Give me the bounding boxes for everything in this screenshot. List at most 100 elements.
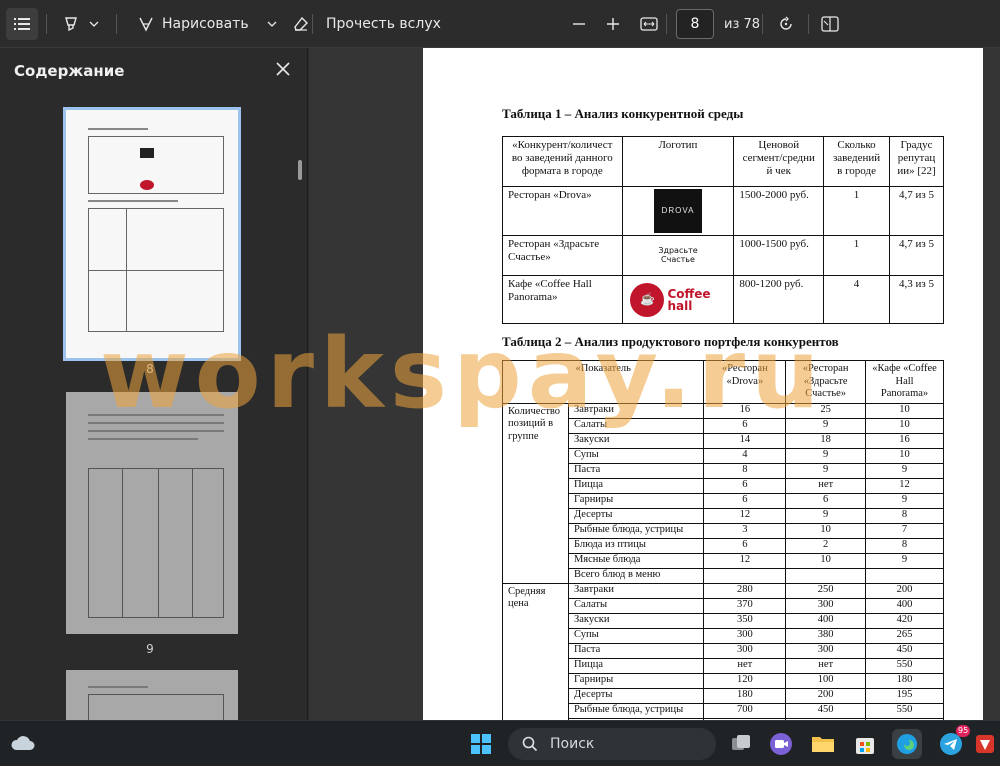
table-header-cell: Логотип: [621, 136, 735, 187]
table-row: Салаты 6 9 10: [503, 417, 944, 434]
page-thumbnail-10[interactable]: [66, 670, 238, 720]
table-cell: [703, 567, 787, 584]
table-cell: 6: [703, 492, 787, 509]
group-label-cell: Средняя цена: [502, 582, 569, 720]
table-row: Ресторан «Drova» DROVA 1500-2000 руб. 1 …: [502, 186, 944, 236]
coffee-hall-logo-image: ☕ Coffee hall: [623, 282, 734, 317]
table-header-cell: «Ресторан «Здрасьте Счастье»: [785, 360, 867, 404]
toolbar-divider: [116, 14, 117, 34]
table-cell: 300: [785, 642, 867, 659]
rotate-button[interactable]: [772, 8, 800, 40]
table-cell: 10: [785, 552, 867, 569]
draw-dropdown[interactable]: [261, 8, 283, 40]
row-label-cell: Гарниры: [567, 492, 705, 509]
highlight-button[interactable]: [58, 8, 84, 40]
table-cell: 550: [865, 702, 944, 719]
draw-button[interactable]: Нарисовать: [132, 8, 255, 40]
row-label-cell: Супы: [567, 447, 705, 464]
close-sidebar-button[interactable]: [272, 58, 294, 80]
table-cell: Кафе «Coffee Hall Panorama»: [502, 275, 623, 324]
telegram-button[interactable]: 95: [936, 725, 971, 759]
close-icon: [276, 62, 290, 76]
eraser-button[interactable]: [287, 8, 315, 40]
zoom-out-button[interactable]: [566, 8, 592, 40]
fit-width-icon: [640, 17, 658, 31]
table-row: Кафе «Coffee Hall Panorama» ☕ Coffee hal…: [502, 275, 944, 324]
table-row: Мясные блюда 12 10 9: [503, 552, 944, 569]
thumbnail-text-line: [88, 422, 224, 424]
two-page-view-button[interactable]: [816, 8, 844, 40]
fit-width-button[interactable]: [634, 8, 664, 40]
table-header-cell: Градус репутац ии» [22]: [889, 136, 944, 187]
thumbnail-table: [88, 136, 224, 194]
table-cell: Ресторан «Drova»: [502, 186, 623, 236]
folder-icon: [812, 737, 834, 752]
read-aloud-button[interactable]: Прочесть вслух: [320, 8, 447, 40]
table-row: Гарниры 120 100 180: [503, 672, 944, 689]
table-cell: 6: [703, 477, 787, 494]
table-row: Ресторан «Здрасьте Счастье» Здрасьте Сча…: [502, 235, 944, 276]
table-cell: 2: [785, 537, 867, 554]
coffee-cup-icon: ☕: [630, 282, 665, 317]
page-thumbnail-9[interactable]: [66, 392, 238, 634]
thumbnail-table-rule: [192, 468, 193, 618]
sidebar-scrollbar[interactable]: [298, 160, 302, 180]
table-cell: 400: [785, 612, 867, 629]
table-row: Всего блюд в меню: [503, 567, 944, 584]
toolbar-divider: [762, 14, 763, 34]
store-button[interactable]: [850, 729, 880, 759]
table-cell: 6: [785, 492, 867, 509]
taskbar: Поиск 95: [0, 720, 1000, 766]
row-label-cell: Паста: [567, 462, 705, 479]
table-cell: 18: [785, 432, 867, 449]
thumbnail-logo: [140, 180, 154, 190]
highlight-dropdown[interactable]: [84, 8, 104, 40]
table-cell: 16: [865, 432, 944, 449]
table-row: Супы 300 380 265: [503, 627, 944, 644]
table-row: Закуски 14 18 16: [503, 432, 944, 449]
table-cell: 300: [703, 642, 787, 659]
table-cell: 9: [785, 417, 867, 434]
table-row: Супы 4 9 10: [503, 447, 944, 464]
table-cell: 100: [785, 672, 867, 689]
edge-button[interactable]: [892, 729, 922, 759]
table-header-cell: «Кафе «Coffee Hall Panorama»: [865, 360, 944, 404]
row-label-cell: Завтраки: [567, 402, 705, 419]
start-button[interactable]: [466, 729, 496, 759]
table-row: Средняя цена Завтраки 280 250 200: [502, 582, 944, 720]
table-cell: нет: [785, 477, 867, 494]
weather-widget[interactable]: [8, 729, 38, 759]
search-icon: [522, 736, 538, 752]
pdf-app-button[interactable]: [970, 729, 1000, 759]
pen-icon: [139, 17, 153, 32]
document-viewport[interactable]: Таблица 1 – Анализ конкурентной среды «К…: [309, 48, 1000, 720]
thumbnail-logo: [140, 148, 154, 158]
thumbnail-page-number: 9: [146, 642, 154, 656]
contents-button[interactable]: [6, 8, 38, 40]
taskbar-search[interactable]: Поиск: [508, 728, 716, 760]
meet-app-button[interactable]: [766, 729, 796, 759]
table-row: Закуски 350 400 420: [503, 612, 944, 629]
thumbnail-table-rule: [122, 468, 123, 618]
store-icon: [856, 738, 874, 754]
task-view-button[interactable]: [726, 729, 756, 759]
table-cell: 550: [865, 657, 944, 674]
page-thumbnail-8[interactable]: [63, 107, 241, 361]
table-row: Салаты 370 300 400: [503, 597, 944, 614]
thumbnail-table-rule: [158, 468, 159, 618]
table-cell: 200: [865, 582, 944, 599]
table-cell: 10: [865, 417, 944, 434]
page-count: из 78: [724, 16, 761, 32]
zoom-in-button[interactable]: [600, 8, 626, 40]
row-label-cell: Десерты: [567, 687, 705, 704]
page-number-input[interactable]: 8: [676, 9, 714, 39]
table-row: Десерты 12 9 8: [503, 507, 944, 524]
plus-icon: [607, 18, 619, 30]
file-explorer-button[interactable]: [808, 729, 838, 759]
chevron-down-icon: [267, 21, 277, 27]
table-cell: 4,7 из 5: [889, 235, 944, 276]
row-label-cell: Гарниры: [567, 672, 705, 689]
table-row: Пицца нет нет 550: [503, 657, 944, 674]
table-row: Паста 8 9 9: [503, 462, 944, 479]
chevron-down-icon: [89, 21, 99, 27]
